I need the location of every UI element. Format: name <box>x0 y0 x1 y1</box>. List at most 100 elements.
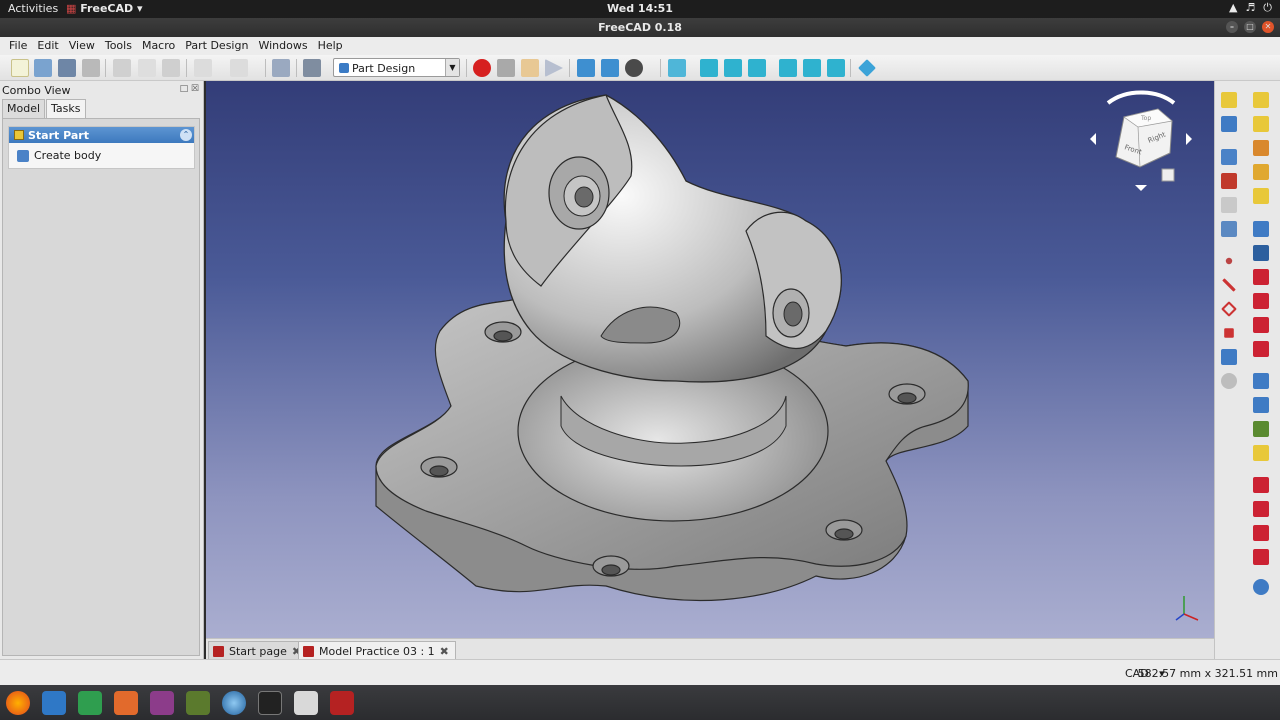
chamfer-icon[interactable] <box>1253 501 1269 517</box>
subtractive-loft-icon[interactable] <box>1253 293 1269 309</box>
left-view-icon[interactable] <box>827 59 845 77</box>
power-icon: ⏻ <box>1263 1 1272 14</box>
3d-viewport[interactable]: Front Right Top <box>206 81 1214 638</box>
draft-icon[interactable] <box>1253 525 1269 541</box>
close-window-button[interactable]: ✕ <box>1262 21 1274 33</box>
open-file-icon[interactable] <box>34 59 52 77</box>
thickness-icon[interactable] <box>1253 549 1269 565</box>
tab-tasks[interactable]: Tasks <box>46 99 86 118</box>
clock[interactable]: Wed 14:51 <box>0 2 1280 15</box>
menu-macro[interactable]: Macro <box>137 37 180 55</box>
right-view-icon[interactable] <box>748 59 766 77</box>
window-title-bar: FreeCAD 0.18 – □ ✕ <box>0 18 1280 37</box>
tab-model[interactable]: Model <box>2 99 46 118</box>
system-tray[interactable]: ▲ ♬ ⏻ <box>1229 1 1272 15</box>
system-top-bar: Activities ▦ FreeCAD ▾ Wed 14:51 ▲ ♬ ⏻ <box>0 0 1280 18</box>
tab-start-page[interactable]: Start page ✖ <box>208 641 309 659</box>
multitransform-icon[interactable] <box>1253 445 1269 461</box>
navigation-cube[interactable]: Front Right Top <box>1086 87 1196 195</box>
create-sketch-icon[interactable] <box>1221 173 1237 189</box>
revolution-icon[interactable] <box>1253 116 1269 132</box>
save-icon[interactable] <box>58 59 76 77</box>
macro-editor-icon[interactable] <box>521 59 539 77</box>
pocket-icon[interactable] <box>1253 221 1269 237</box>
top-view-icon[interactable] <box>724 59 742 77</box>
create-body-button[interactable]: Create body <box>17 149 101 162</box>
subtractive-primitive-icon[interactable] <box>1253 341 1269 357</box>
refresh-icon[interactable] <box>272 59 290 77</box>
writer-icon[interactable] <box>42 691 66 715</box>
wifi-icon: ▲ <box>1228 1 1238 14</box>
datum-line-icon[interactable] <box>1222 278 1236 292</box>
rear-view-icon[interactable] <box>779 59 797 77</box>
linear-pattern-icon[interactable] <box>1253 397 1269 413</box>
software-center-icon[interactable] <box>114 691 138 715</box>
polar-pattern-icon[interactable] <box>1253 421 1269 437</box>
mirrored-icon[interactable] <box>1253 373 1269 389</box>
record-macro-icon[interactable] <box>473 59 491 77</box>
bottom-view-icon[interactable] <box>803 59 821 77</box>
measure-icon[interactable] <box>858 59 876 77</box>
cut-icon[interactable] <box>113 59 131 77</box>
terminal-icon[interactable] <box>258 691 282 715</box>
copy-icon[interactable] <box>138 59 156 77</box>
part-icon <box>14 130 24 140</box>
groove-icon[interactable] <box>1253 269 1269 285</box>
firefox-icon[interactable] <box>6 691 30 715</box>
new-file-icon[interactable] <box>11 59 29 77</box>
additive-primitive-icon[interactable] <box>1253 188 1269 204</box>
maximize-button[interactable]: □ <box>1244 21 1256 33</box>
draw-style-icon[interactable] <box>625 59 643 77</box>
redo-icon[interactable] <box>230 59 248 77</box>
menu-view[interactable]: View <box>64 37 100 55</box>
fillet-icon[interactable] <box>1253 477 1269 493</box>
map-sketch-icon[interactable] <box>1221 221 1237 237</box>
minimize-button[interactable]: – <box>1226 21 1238 33</box>
calc-icon[interactable] <box>78 691 102 715</box>
create-body-icon[interactable] <box>1221 149 1237 165</box>
validate-sketch-icon[interactable] <box>1221 197 1237 213</box>
fit-all-icon[interactable] <box>577 59 595 77</box>
stop-macro-icon[interactable] <box>497 59 515 77</box>
web-browser-icon[interactable] <box>222 691 246 715</box>
isometric-view-icon[interactable] <box>668 59 686 77</box>
menu-help[interactable]: Help <box>313 37 348 55</box>
panel-float-close-icon[interactable]: □ ☒ <box>180 84 199 94</box>
task-box-header[interactable]: Start Part ⌃ <box>9 127 194 143</box>
print-icon[interactable] <box>82 59 100 77</box>
combo-view-title: Combo View <box>2 84 71 97</box>
menu-part-design[interactable]: Part Design <box>180 37 253 55</box>
run-macro-icon[interactable] <box>545 59 563 77</box>
paste-icon[interactable] <box>162 59 180 77</box>
local-cs-icon[interactable] <box>1224 328 1234 338</box>
menu-file[interactable]: File <box>4 37 32 55</box>
additive-pipe-icon[interactable] <box>1253 164 1269 180</box>
close-icon[interactable]: ✖ <box>440 645 449 658</box>
additive-loft-icon[interactable] <box>1253 140 1269 156</box>
workbench-selector[interactable]: Part Design ▼ <box>333 58 460 77</box>
fit-selection-icon[interactable] <box>601 59 619 77</box>
pad-icon[interactable] <box>1253 92 1269 108</box>
datum-plane-icon[interactable] <box>1221 301 1237 317</box>
whats-this-icon[interactable] <box>303 59 321 77</box>
subtractive-pipe-icon[interactable] <box>1253 317 1269 333</box>
clone-icon[interactable] <box>1221 373 1237 389</box>
collapse-icon[interactable]: ⌃ <box>180 129 192 141</box>
undo-icon[interactable] <box>194 59 212 77</box>
create-part-icon[interactable] <box>1221 92 1237 108</box>
files-icon[interactable] <box>294 691 318 715</box>
front-view-icon[interactable] <box>700 59 718 77</box>
hole-icon[interactable] <box>1253 245 1269 261</box>
menu-tools[interactable]: Tools <box>100 37 137 55</box>
media-icon[interactable] <box>150 691 174 715</box>
menu-edit[interactable]: Edit <box>32 37 63 55</box>
datum-point-icon[interactable] <box>1225 257 1233 265</box>
create-group-icon[interactable] <box>1221 116 1237 132</box>
shape-binder-icon[interactable] <box>1221 349 1237 365</box>
menu-windows[interactable]: Windows <box>253 37 312 55</box>
gimp-icon[interactable] <box>186 691 210 715</box>
tab-model-practice[interactable]: Model Practice 03 : 1 ✖ <box>298 641 456 659</box>
freecad-dock-icon[interactable] <box>330 691 354 715</box>
menu-bar: File Edit View Tools Macro Part Design W… <box>0 37 1280 55</box>
boolean-icon[interactable] <box>1253 579 1269 595</box>
